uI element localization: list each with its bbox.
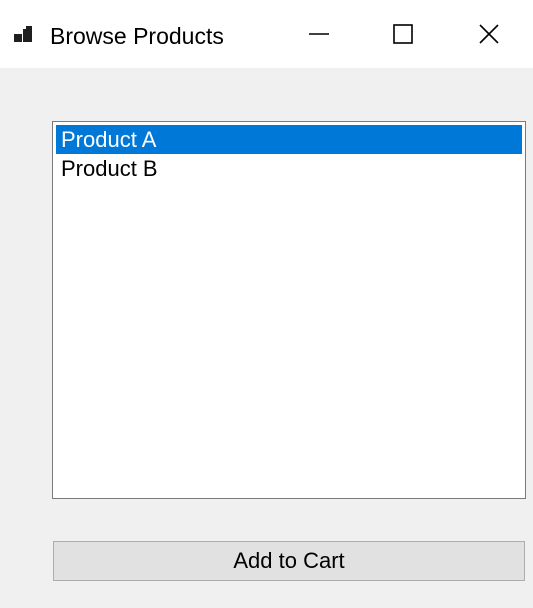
close-icon xyxy=(479,24,499,44)
title-bar[interactable]: Browse Products xyxy=(0,0,533,68)
window-title: Browse Products xyxy=(50,23,224,49)
app-icon xyxy=(14,26,32,42)
list-item-product-b[interactable]: Product B xyxy=(56,154,522,183)
close-button[interactable] xyxy=(446,0,532,68)
maximize-button[interactable] xyxy=(360,0,446,68)
minimize-icon xyxy=(309,33,329,35)
product-listbox[interactable]: Product A Product B xyxy=(52,121,526,499)
browse-products-window: Browse Products Product A Product B Add … xyxy=(0,0,533,608)
minimize-button[interactable] xyxy=(276,0,362,68)
add-to-cart-button[interactable]: Add to Cart xyxy=(53,541,525,581)
list-item-product-a[interactable]: Product A xyxy=(56,125,522,154)
maximize-icon xyxy=(393,24,413,44)
